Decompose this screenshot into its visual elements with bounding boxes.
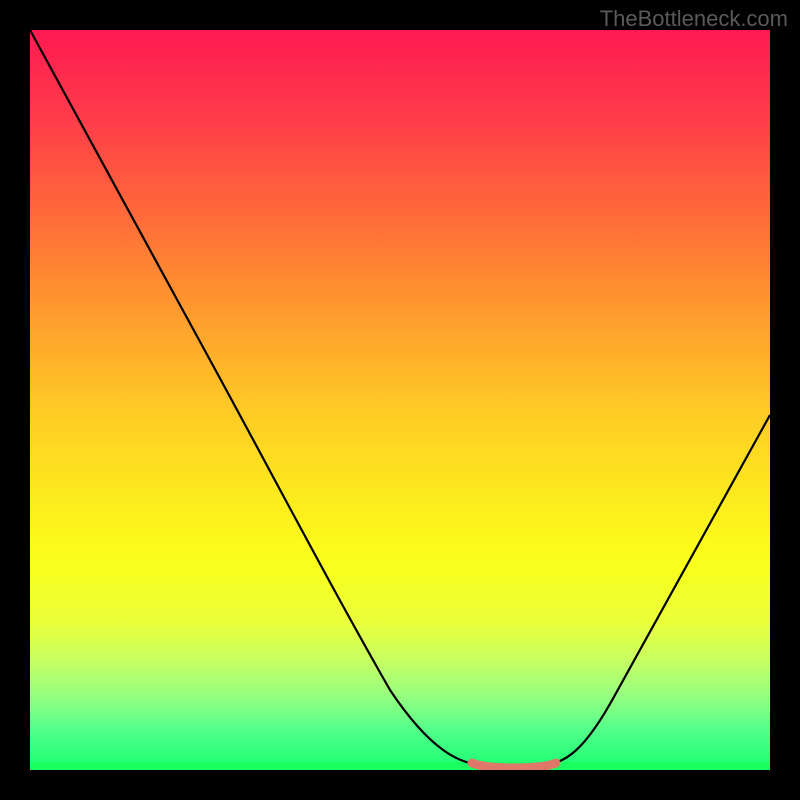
chart-plot-area [30,30,770,770]
watermark-text: TheBottleneck.com [600,6,788,32]
bottleneck-curve [30,30,770,770]
optimal-segment [472,763,556,768]
curve-path [30,30,770,765]
